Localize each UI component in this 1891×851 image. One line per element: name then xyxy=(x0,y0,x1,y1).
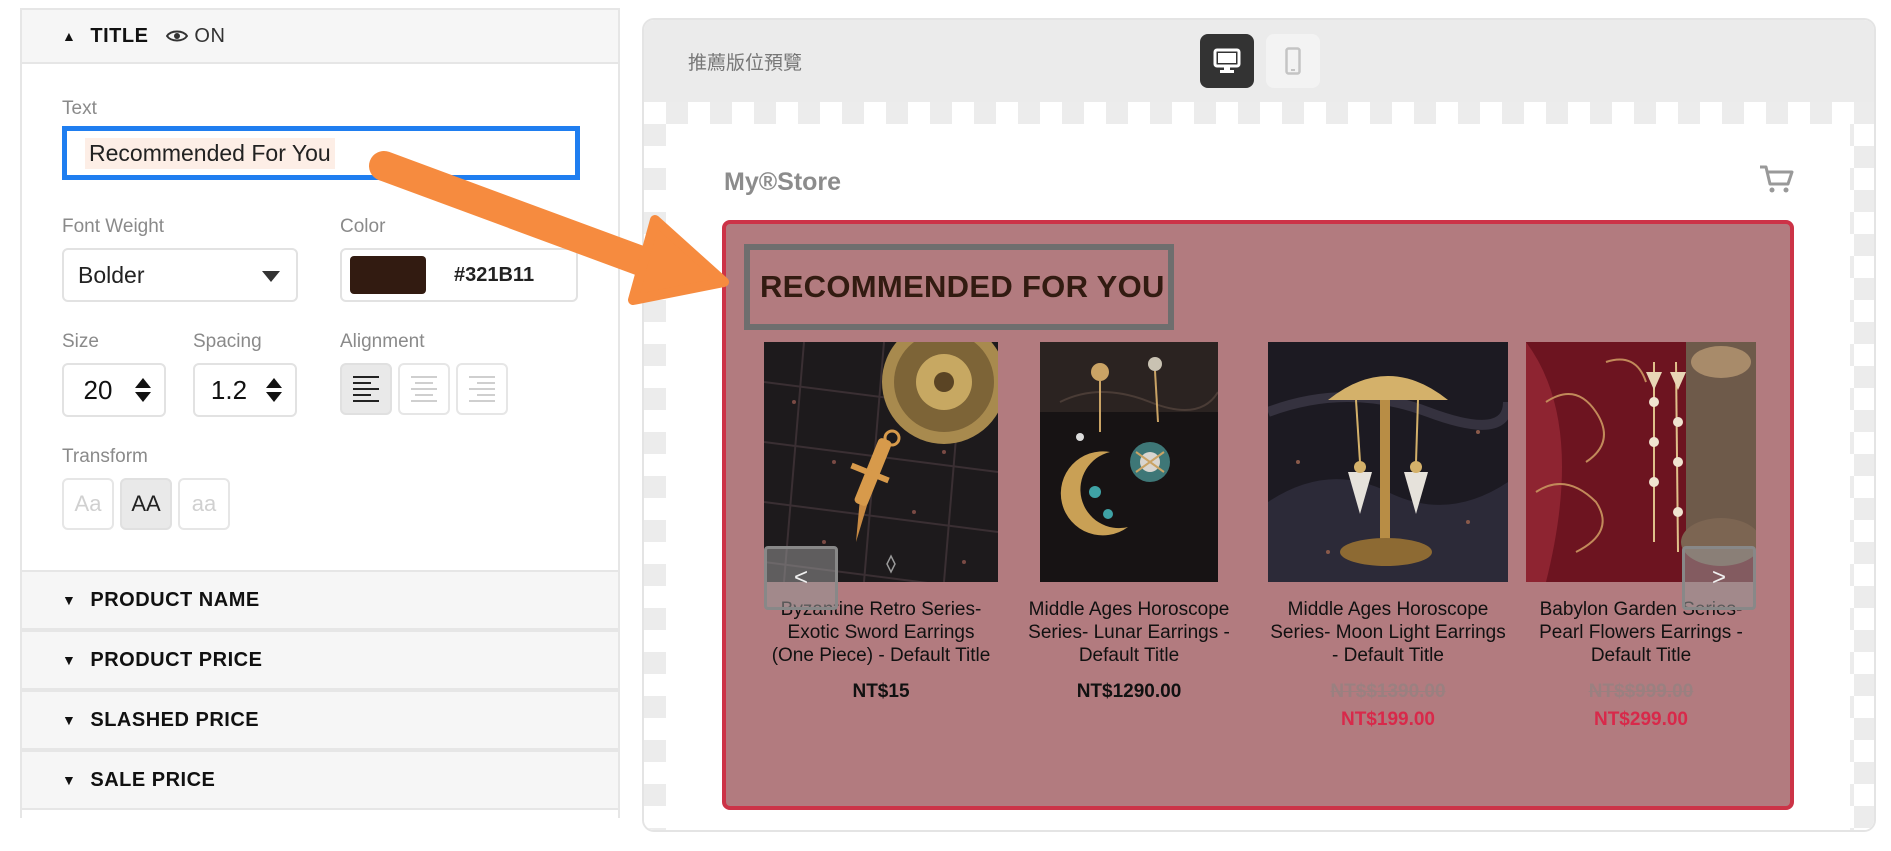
settings-panel: ▲ TITLE ON Text Recommended For You Font… xyxy=(20,8,620,818)
sale-price: NT$299.00 xyxy=(1593,709,1688,730)
color-hex-value: #321B11 xyxy=(454,263,535,286)
transform-uppercase-button[interactable]: AA xyxy=(120,478,172,530)
font-weight-label: Font Weight xyxy=(62,216,165,237)
title-text-value: Recommended For You xyxy=(85,137,335,169)
align-right-icon xyxy=(469,376,495,402)
moon-light-earring-image xyxy=(1268,342,1508,582)
color-picker[interactable]: #321B11 xyxy=(340,248,578,302)
font-weight-value: Bolder xyxy=(78,261,145,288)
preview-toolbar: 推薦版位預覽 xyxy=(644,20,1874,102)
transform-option: AA xyxy=(131,491,161,516)
align-left-icon xyxy=(353,376,379,402)
product-name[interactable]: Middle Ages Horoscope Series- Moon Light… xyxy=(1268,598,1508,667)
slashed-price: NT$$999.00 xyxy=(1588,681,1694,702)
caret-down-icon: ▼ xyxy=(62,592,77,608)
carousel-prev-button[interactable]: < xyxy=(764,546,838,610)
size-stepper[interactable]: 20 xyxy=(62,363,166,417)
section-label: SALE PRICE xyxy=(90,768,216,791)
product-card[interactable]: Middle Ages Horoscope Series- Lunar Earr… xyxy=(1018,342,1240,703)
alignment-label: Alignment xyxy=(340,331,425,352)
spacing-value: 1.2 xyxy=(210,374,248,405)
product-card[interactable]: Babylon Garden Series-Pearl Flowers Earr… xyxy=(1526,342,1756,731)
mobile-view-button[interactable] xyxy=(1266,34,1320,88)
preview-pane: 推薦版位預覽 My®Store RECOMMENDED FOR YOU Byza… xyxy=(642,18,1876,832)
recommendation-title-box[interactable]: RECOMMENDED FOR YOU xyxy=(744,244,1174,330)
slashed-price: NT$$1390.00 xyxy=(1330,681,1446,702)
align-right-button[interactable] xyxy=(456,363,508,415)
caret-down-icon: ▼ xyxy=(62,712,77,728)
desktop-view-button[interactable] xyxy=(1200,34,1254,88)
transform-option: aa xyxy=(191,491,217,516)
title-section-header[interactable]: ▲ TITLE ON xyxy=(22,8,618,64)
transform-label: Transform xyxy=(62,446,148,467)
section-label: SLASHED PRICE xyxy=(90,708,260,731)
color-label: Color xyxy=(340,216,386,237)
product-price: NT$15 xyxy=(852,681,910,702)
spacing-stepper[interactable]: 1.2 xyxy=(193,363,297,417)
store-logo: My®Store xyxy=(724,168,842,196)
stepper-arrows-icon[interactable] xyxy=(263,378,285,402)
section-label: PRODUCT NAME xyxy=(90,588,260,611)
eye-icon xyxy=(166,30,189,42)
caret-down-icon: ▼ xyxy=(62,772,77,788)
section-label: PRODUCT PRICE xyxy=(90,648,263,671)
transform-lowercase-button[interactable]: aa xyxy=(178,478,230,530)
align-center-button[interactable] xyxy=(398,363,450,415)
caret-down-icon: ▼ xyxy=(62,652,77,668)
size-label: Size xyxy=(62,331,99,352)
spacing-label: Spacing xyxy=(193,331,262,352)
recommendation-title: RECOMMENDED FOR YOU xyxy=(760,269,1165,304)
product-price-section[interactable]: ▼ PRODUCT PRICE xyxy=(22,630,618,690)
product-price: NT$1290.00 xyxy=(1076,681,1182,702)
title-section-label: TITLE xyxy=(90,24,149,47)
transform-option: Aa xyxy=(74,491,102,516)
store-page: My®Store RECOMMENDED FOR YOU Byzantine R… xyxy=(666,124,1850,830)
preview-title: 推薦版位預覽 xyxy=(688,53,803,74)
recommendation-block[interactable]: RECOMMENDED FOR YOU Byzantine Retro Seri… xyxy=(722,220,1794,810)
visibility-toggle[interactable]: ON xyxy=(166,25,225,48)
next-arrow-icon: > xyxy=(1711,564,1726,591)
lunar-earring-image xyxy=(1040,342,1218,582)
chevron-down-icon xyxy=(262,271,280,282)
title-text-input[interactable]: Recommended For You xyxy=(62,126,580,180)
product-image[interactable] xyxy=(1040,342,1218,582)
caret-up-icon: ▲ xyxy=(62,28,77,44)
sale-price: NT$199.00 xyxy=(1340,709,1435,730)
product-image[interactable] xyxy=(1268,342,1508,582)
transform-capitalize-button[interactable]: Aa xyxy=(62,478,114,530)
font-weight-select[interactable]: Bolder xyxy=(62,248,298,302)
product-card[interactable]: Byzantine Retro Series-Exotic Sword Earr… xyxy=(764,342,998,703)
align-left-button[interactable] xyxy=(340,363,392,415)
product-name[interactable]: Middle Ages Horoscope Series- Lunar Earr… xyxy=(1018,598,1240,667)
desktop-icon xyxy=(1213,48,1241,73)
product-name-section[interactable]: ▼ PRODUCT NAME xyxy=(22,570,618,630)
size-value: 20 xyxy=(83,374,113,405)
color-swatch[interactable] xyxy=(350,256,426,294)
align-center-icon xyxy=(411,376,437,402)
text-label: Text xyxy=(62,98,97,119)
prev-arrow-icon: < xyxy=(793,564,808,591)
product-card[interactable]: Middle Ages Horoscope Series- Moon Light… xyxy=(1268,342,1508,731)
sale-price-section[interactable]: ▼ SALE PRICE xyxy=(22,750,618,810)
stepper-arrows-icon[interactable] xyxy=(132,378,154,402)
mobile-icon xyxy=(1285,47,1301,75)
visibility-label: ON xyxy=(194,24,226,47)
cart-icon[interactable] xyxy=(1758,164,1794,194)
carousel-next-button[interactable]: > xyxy=(1682,546,1756,610)
slashed-price-section[interactable]: ▼ SLASHED PRICE xyxy=(22,690,618,750)
